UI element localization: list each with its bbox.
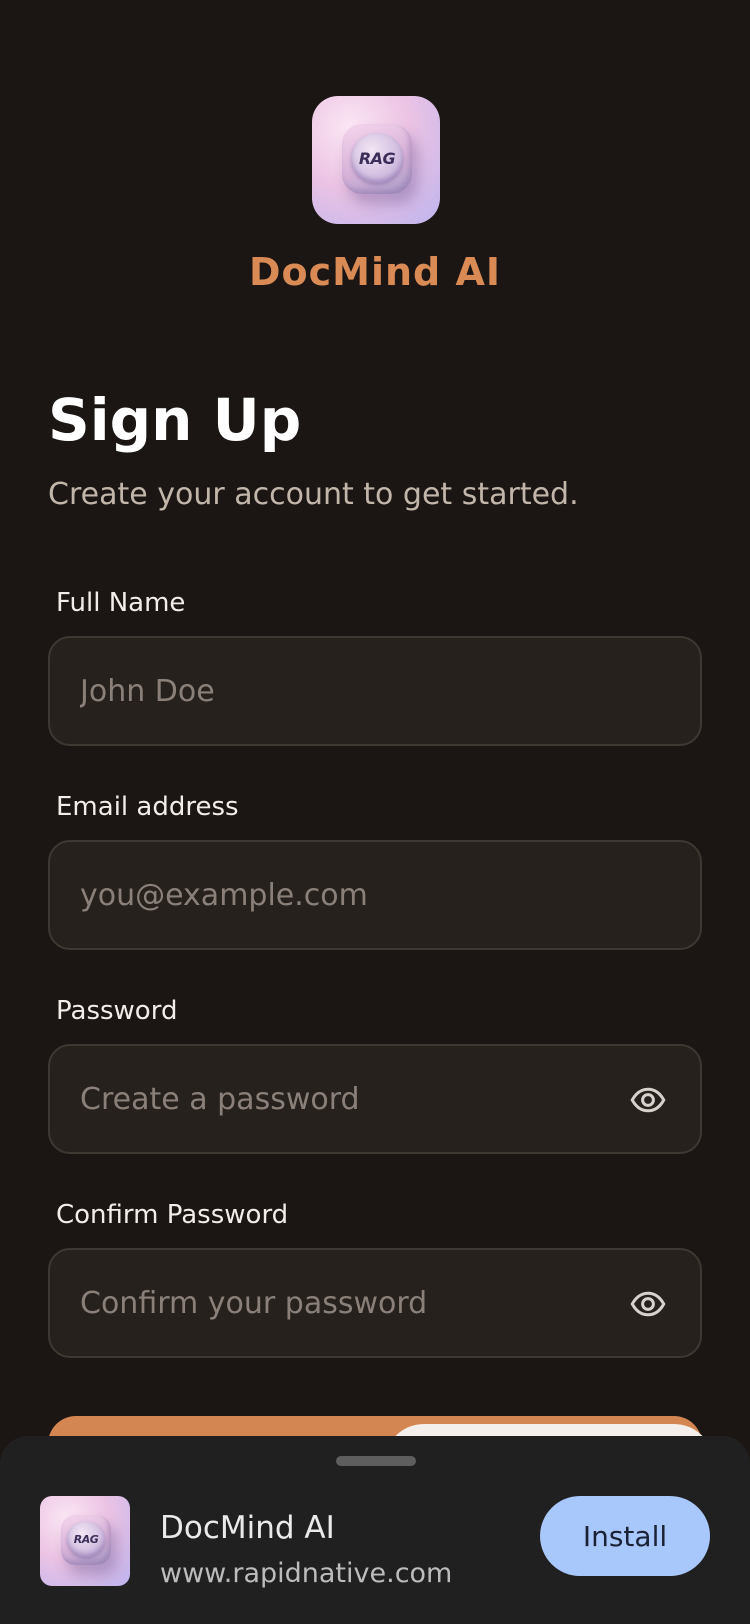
logo-disc: RAG: [67, 1521, 105, 1557]
logo-block: RAG: [342, 124, 412, 194]
eye-icon[interactable]: [630, 1286, 666, 1322]
confirm-password-input[interactable]: [80, 1250, 580, 1356]
full-name-field-container: [48, 636, 702, 746]
full-name-input[interactable]: [80, 638, 580, 744]
eye-icon[interactable]: [630, 1082, 666, 1118]
email-field-container: [48, 840, 702, 950]
signup-screen: RAG DocMind AI Sign Up Create your accou…: [0, 0, 750, 1624]
confirm-password-field-container: [48, 1248, 702, 1358]
password-input[interactable]: [80, 1046, 580, 1152]
install-button[interactable]: Install: [540, 1496, 710, 1576]
logo-text: RAG: [73, 1532, 99, 1546]
email-label: Email address: [56, 792, 239, 822]
sheet-drag-handle[interactable]: [336, 1456, 416, 1466]
brand-name: DocMind AI: [248, 250, 502, 294]
email-input[interactable]: [80, 842, 580, 948]
logo-block: RAG: [61, 1515, 111, 1565]
sheet-app-url: www.rapidnative.com: [160, 1558, 453, 1589]
page-subtitle: Create your account to get started.: [48, 477, 579, 512]
page-title: Sign Up: [48, 386, 302, 454]
logo-text: RAG: [358, 148, 396, 168]
logo-disc: RAG: [351, 133, 403, 183]
confirm-password-label: Confirm Password: [56, 1200, 289, 1230]
password-field-container: [48, 1044, 702, 1154]
sheet-app-title: DocMind AI: [160, 1510, 335, 1546]
sheet-app-icon: RAG: [40, 1496, 130, 1586]
app-logo: RAG: [312, 96, 440, 224]
password-label: Password: [56, 996, 178, 1026]
full-name-label: Full Name: [56, 588, 186, 618]
install-sheet: RAG DocMind AI www.rapidnative.com Insta…: [0, 1436, 750, 1624]
